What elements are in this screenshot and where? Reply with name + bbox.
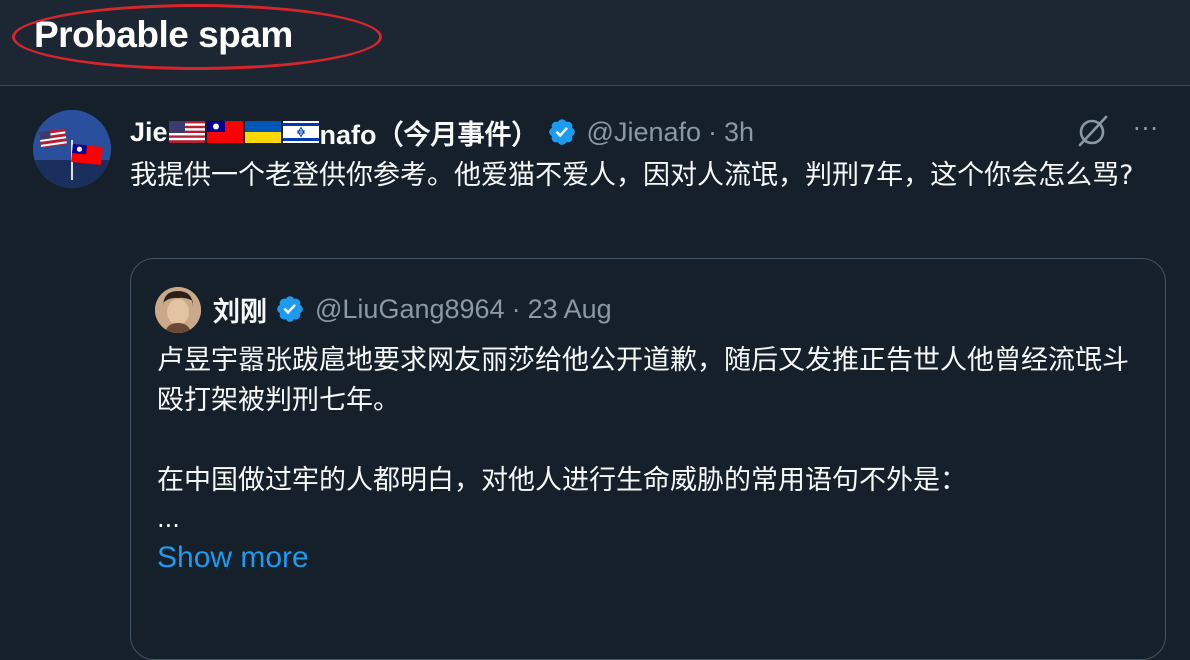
author-name[interactable]: Jie nafo（今月事件） [130,113,539,152]
tweet[interactable]: Jie nafo（今月事件） @Jienafo · 3h ··· 我提供一个老登… [0,86,1190,660]
truncation-ellipsis: ... [157,505,180,533]
quoted-author-name[interactable]: 刘刚 [213,290,267,329]
show-more-link[interactable]: Show more [157,541,309,575]
more-options-icon[interactable]: ··· [1128,114,1164,148]
taiwan-flag-icon [206,121,243,143]
quoted-paragraph-1: 卢昱宇嚣张跋扈地要求网友丽莎给他公开道歉，随后又发推正告世人他曾经流氓斗殴打架被… [157,345,1129,416]
quoted-tweet[interactable]: 刘刚 @LiuGang8964 · 23 Aug 卢昱宇嚣张跋扈地要求网友丽莎给… [130,258,1166,660]
separator-dot: · [511,293,521,324]
highlight-circle [12,4,382,70]
quoted-header: 刘刚 @LiuGang8964 · 23 Aug [213,289,612,329]
author-name-prefix: Jie [130,116,168,147]
israel-flag-icon [282,121,319,143]
grok-icon[interactable] [1076,114,1110,148]
quoted-timestamp[interactable]: 23 Aug [528,294,612,325]
timestamp[interactable]: 3h [724,117,754,148]
separator-dot: · [708,116,718,147]
quoted-paragraph-2: 在中国做过牢的人都明白，对他人进行生命威胁的常用语句不外是： [157,465,967,496]
author-handle[interactable]: @Jienafo [587,117,701,148]
verified-badge-icon [548,119,575,145]
tweet-header: Jie nafo（今月事件） @Jienafo · 3h [130,114,754,150]
verified-badge-icon [277,296,303,322]
quoted-author-handle[interactable]: @LiuGang8964 [315,294,505,325]
quoted-avatar[interactable] [155,287,201,333]
tweet-text: 我提供一个老登供你参考。他爱猫不爱人，因对人流氓，判刑7年，这个你会怎么骂? [130,160,1134,191]
ukraine-flag-icon [244,121,281,143]
avatar[interactable] [33,110,111,188]
quoted-text: 卢昱宇嚣张跋扈地要求网友丽莎给他公开道歉，随后又发推正告世人他曾经流氓斗殴打架被… [157,341,1147,501]
probable-spam-header: Probable spam [0,0,1190,86]
us-flag-icon [168,121,205,143]
author-name-suffix: nafo（今月事件） [319,119,539,150]
